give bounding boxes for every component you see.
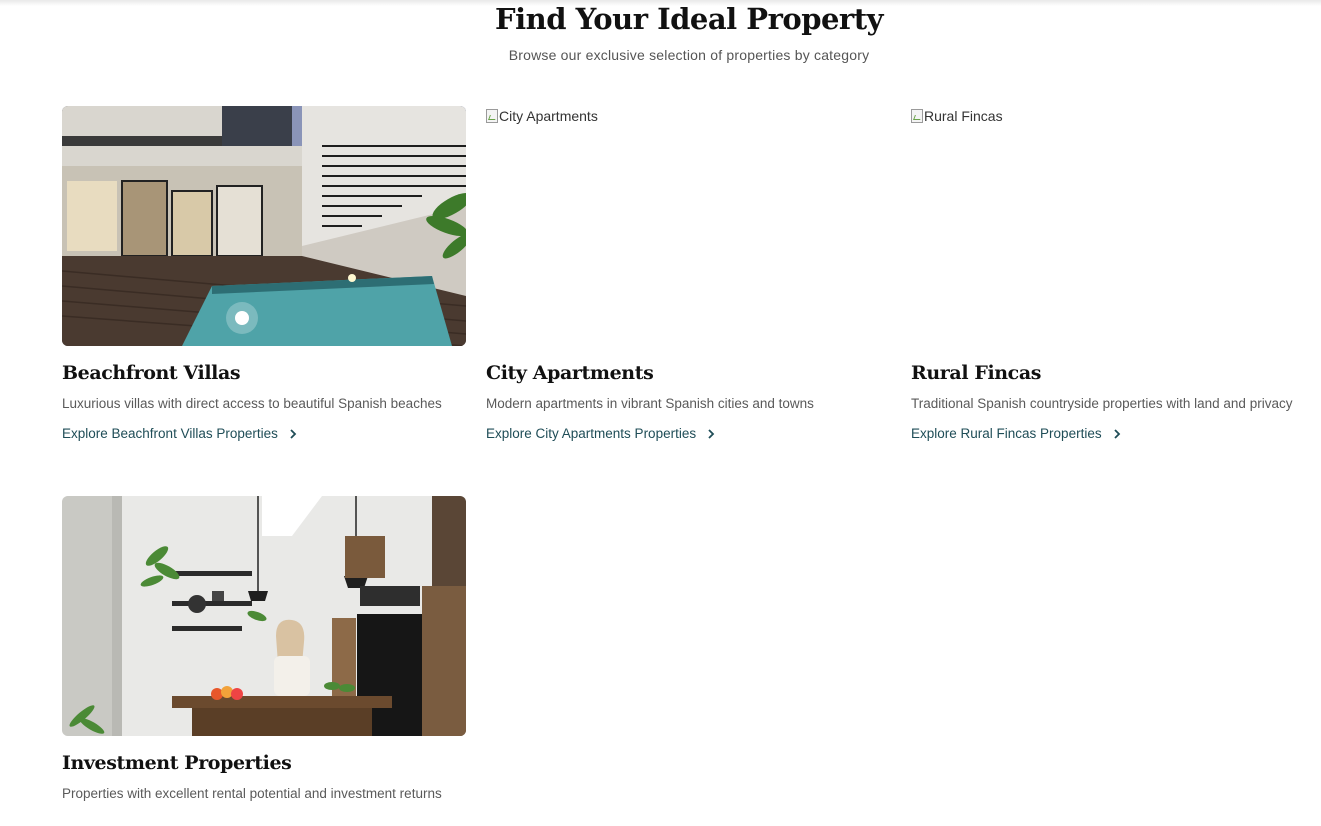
explore-beachfront-villas-link[interactable]: Explore Beachfront Villas Properties	[62, 424, 298, 444]
explore-city-apartments-link[interactable]: Explore City Apartments Properties	[486, 424, 716, 444]
card-title: Rural Fincas	[911, 362, 1042, 384]
chevron-right-icon	[1113, 429, 1120, 439]
image-alt-label: Rural Fincas	[924, 108, 1003, 124]
category-card-investment-properties: Investment Properties Properties with ex…	[62, 496, 466, 804]
link-label: Explore City Apartments Properties	[486, 426, 697, 441]
category-card-beachfront-villas: Beachfront Villas Luxurious villas with …	[62, 106, 466, 444]
investment-properties-image[interactable]	[62, 496, 466, 736]
category-card-city-apartments: City Apartments City Apartments Modern a…	[486, 106, 890, 444]
city-apartments-image[interactable]: City Apartments	[486, 106, 890, 346]
broken-image-icon	[486, 109, 498, 123]
beachfront-villas-image[interactable]	[62, 106, 466, 346]
chevron-right-icon	[708, 429, 715, 439]
rural-fincas-image[interactable]: Rural Fincas	[911, 106, 1315, 346]
link-label: Explore Beachfront Villas Properties	[62, 426, 278, 441]
page-title: Find Your Ideal Property	[495, 2, 883, 36]
link-label: Explore Rural Fincas Properties	[911, 426, 1102, 441]
card-description: Modern apartments in vibrant Spanish cit…	[486, 396, 814, 411]
explore-rural-fincas-link[interactable]: Explore Rural Fincas Properties	[911, 424, 1122, 444]
broken-image-icon	[911, 109, 923, 123]
card-title: City Apartments	[486, 362, 654, 384]
image-alt-text: Rural Fincas	[911, 108, 1003, 124]
image-alt-text: City Apartments	[486, 108, 598, 124]
card-description: Traditional Spanish countryside properti…	[911, 396, 1293, 411]
image-alt-label: City Apartments	[499, 108, 598, 124]
card-description: Properties with excellent rental potenti…	[62, 786, 442, 801]
card-description: Luxurious villas with direct access to b…	[62, 396, 442, 411]
card-title: Investment Properties	[62, 752, 292, 774]
card-title: Beachfront Villas	[62, 362, 241, 384]
chevron-right-icon	[290, 429, 297, 439]
category-card-rural-fincas: Rural Fincas Rural Fincas Traditional Sp…	[911, 106, 1315, 444]
page-subtitle: Browse our exclusive selection of proper…	[508, 47, 870, 63]
